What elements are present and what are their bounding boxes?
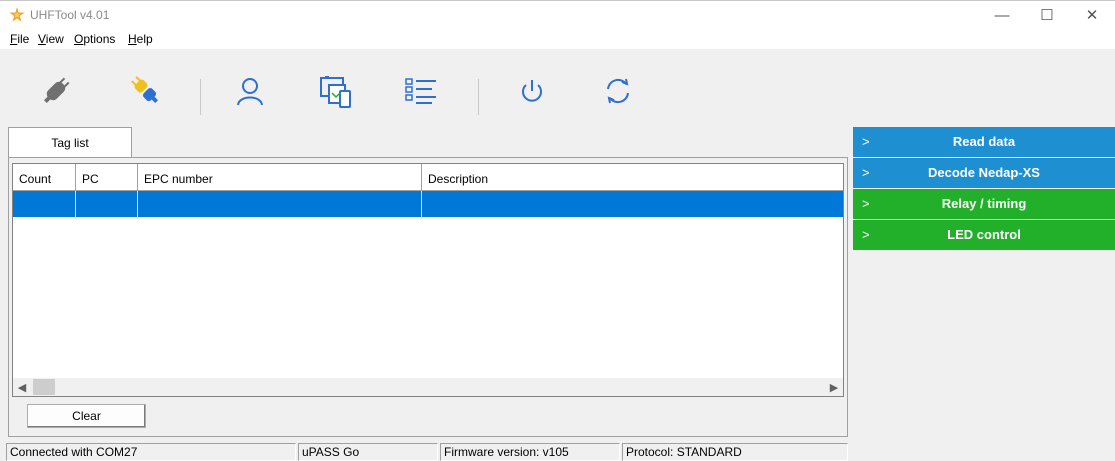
table-cell (76, 191, 138, 217)
tab-tag-list[interactable]: Tag list (8, 127, 132, 157)
relay-timing-button[interactable]: > Relay / timing (853, 189, 1115, 219)
horizontal-scrollbar[interactable]: ◀ ▶ (13, 378, 843, 396)
side-button-label: Relay / timing (941, 196, 1027, 211)
tag-list-table[interactable]: Count PC EPC number Description ◀ ▶ (12, 163, 844, 397)
minimize-button[interactable]: — (979, 1, 1025, 29)
close-icon: ✕ (1085, 7, 1099, 24)
disconnect-plug-icon (43, 77, 70, 104)
maximize-button[interactable]: ☐ (1024, 1, 1070, 29)
refresh-button[interactable] (596, 69, 640, 113)
column-header-count[interactable]: Count (13, 164, 76, 190)
minimize-icon: — (994, 6, 1010, 24)
led-control-button[interactable]: > LED control (853, 220, 1115, 250)
devices-button[interactable] (314, 69, 358, 113)
status-device: uPASS Go (298, 443, 438, 461)
scrollbar-thumb[interactable] (33, 379, 55, 395)
disconnect-button[interactable] (34, 69, 78, 113)
title-bar[interactable]: UHFTool v4.01 — ☐ ✕ (0, 1, 1115, 29)
app-window: UHFTool v4.01 — ☐ ✕ File View Options He… (0, 0, 1115, 461)
side-button-label: Read data (952, 134, 1016, 149)
table-cell (13, 191, 76, 217)
toolbar-separator (200, 79, 201, 115)
user-button[interactable] (228, 69, 272, 113)
status-bar: Connected with COM27 uPASS Go Firmware v… (0, 441, 1115, 461)
list-icon (405, 78, 436, 104)
toolbar (0, 49, 1115, 123)
scroll-right-icon[interactable]: ▶ (825, 378, 843, 396)
column-header-epc[interactable]: EPC number (138, 164, 422, 190)
table-header: Count PC EPC number Description (13, 164, 843, 191)
menu-bar: File View Options Help (0, 29, 1115, 49)
scroll-left-icon[interactable]: ◀ (13, 378, 31, 396)
power-button[interactable] (510, 69, 554, 113)
user-icon (237, 78, 263, 106)
window-title: UHFTool v4.01 (30, 8, 110, 22)
power-icon (522, 80, 542, 102)
decode-nedap-xs-button[interactable]: > Decode Nedap-XS (853, 158, 1115, 188)
menu-file[interactable]: File (10, 32, 29, 46)
toolbar-separator (478, 79, 479, 115)
side-button-label: LED control (947, 227, 1021, 242)
menu-options[interactable]: Options (74, 32, 115, 46)
column-header-pc[interactable]: PC (76, 164, 138, 190)
clear-button[interactable]: Clear (27, 404, 146, 428)
menu-help[interactable]: Help (128, 32, 153, 46)
list-view-button[interactable] (398, 69, 442, 113)
refresh-icon (607, 78, 629, 104)
table-row-selected[interactable] (13, 191, 843, 217)
close-button[interactable]: ✕ (1069, 1, 1115, 29)
menu-view[interactable]: View (38, 32, 64, 46)
side-button-label: Decode Nedap-XS (928, 165, 1040, 180)
maximize-icon: ☐ (1040, 7, 1054, 24)
table-cell (422, 191, 843, 217)
connect-button[interactable] (124, 69, 168, 113)
tab-strip: Tag list (8, 127, 848, 157)
table-cell (138, 191, 422, 217)
status-protocol: Protocol: STANDARD (622, 443, 848, 461)
status-firmware: Firmware version: v105 (440, 443, 620, 461)
read-data-button[interactable]: > Read data (853, 127, 1115, 157)
connect-plug-icon (131, 76, 159, 104)
column-header-description[interactable]: Description (422, 164, 843, 190)
star-app-icon (9, 7, 25, 22)
devices-icon (320, 76, 351, 108)
status-connection: Connected with COM27 (6, 443, 296, 461)
